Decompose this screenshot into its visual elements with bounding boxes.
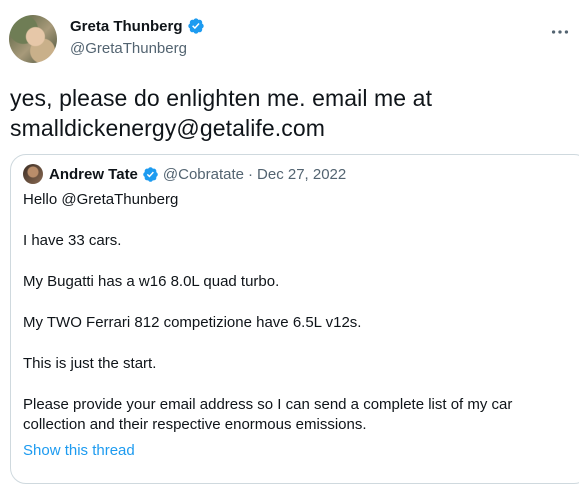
tweet-header: Greta Thunberg @GretaThunberg (9, 13, 569, 65)
quoted-tweet[interactable]: Andrew Tate @Cobratate · Dec 27, 2022 He… (10, 154, 579, 484)
author-name[interactable]: Greta Thunberg (70, 18, 183, 35)
author-handle[interactable]: @GretaThunberg (70, 40, 187, 57)
quoted-line: Please provide your email address so I c… (23, 396, 513, 413)
show-thread-link[interactable]: Show this thread (23, 442, 135, 459)
quoted-line: I have 33 cars. (23, 232, 122, 249)
quoted-author-handle[interactable]: @Cobratate (163, 166, 244, 183)
quoted-tweet-header: Andrew Tate @Cobratate · Dec 27, 2022 (23, 164, 346, 184)
verified-badge-icon (187, 18, 204, 34)
quoted-line: My Bugatti has a w16 8.0L quad turbo. (23, 273, 280, 290)
author-avatar[interactable] (9, 15, 57, 63)
verified-badge-icon (143, 166, 158, 182)
more-options-icon[interactable] (549, 21, 571, 43)
author-name-row: Greta Thunberg (70, 17, 205, 35)
quoted-author-avatar[interactable] (23, 164, 43, 184)
quoted-line: This is just the start. (23, 355, 157, 372)
tweet-text-line: smalldickenergy@getalife.com (10, 115, 326, 141)
quoted-line: My TWO Ferrari 812 competizione have 6.5… (23, 314, 362, 331)
tweet-text: yes, please do enlighten me. email me at… (10, 83, 570, 143)
tweet-text-line: yes, please do enlighten me. email me at (10, 85, 433, 111)
quoted-line: Hello @GretaThunberg (23, 191, 179, 208)
quoted-tweet-date[interactable]: Dec 27, 2022 (257, 166, 346, 183)
quoted-tweet-body: Hello @GretaThunberg I have 33 cars. My … (23, 190, 543, 435)
quoted-line: collection and their respective enormous… (23, 416, 367, 433)
quoted-author-name[interactable]: Andrew Tate (49, 166, 138, 183)
separator-dot: · (248, 165, 254, 183)
